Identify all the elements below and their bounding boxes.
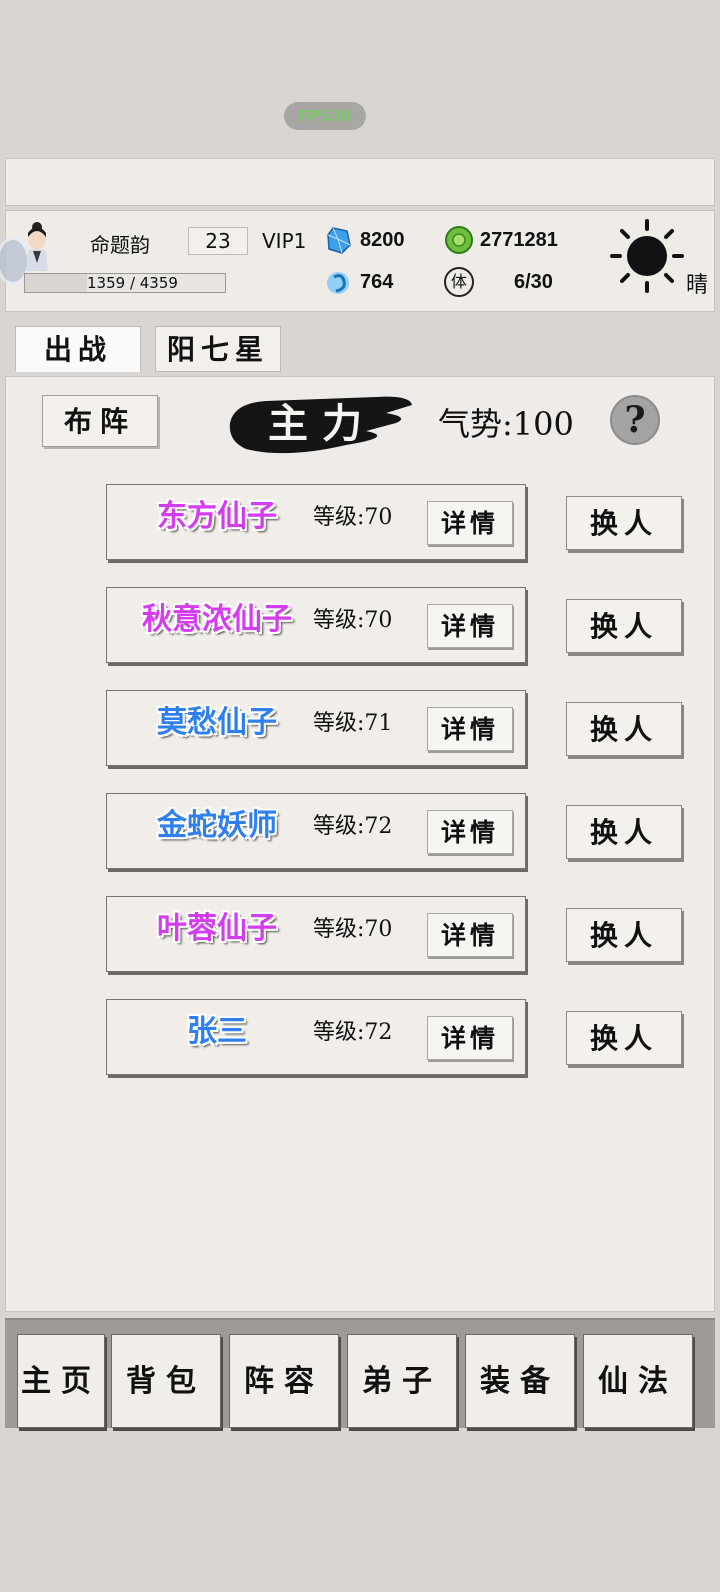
- hero-name: 东方仙子: [157, 499, 277, 534]
- swap-hero-button[interactable]: 换人: [566, 496, 682, 550]
- weather-label: 晴: [686, 273, 709, 298]
- fps-badge: FPS30: [284, 102, 366, 130]
- hero-level: 等级:71: [313, 711, 393, 736]
- hero-name: 金蛇妖师: [157, 808, 277, 843]
- stamina-value: 6/30: [514, 270, 553, 293]
- hero-detail-button[interactable]: 详情: [427, 707, 513, 751]
- exp-bar: 1359 / 4359: [24, 273, 226, 293]
- momentum-label: 气势:100: [438, 405, 574, 443]
- hero-card[interactable]: 东方仙子 等级:70 详情: [106, 484, 526, 560]
- hero-level: 等级:72: [313, 814, 393, 839]
- coins-counter[interactable]: 2771281: [444, 225, 558, 255]
- hero-name: 莫愁仙子: [157, 705, 277, 740]
- hero-detail-button[interactable]: 详情: [427, 913, 513, 957]
- top-strip: [5, 158, 715, 206]
- nav-home[interactable]: 主页: [17, 1334, 105, 1428]
- sun-icon: [610, 219, 684, 293]
- swap-hero-button[interactable]: 换人: [566, 702, 682, 756]
- avatar[interactable]: [20, 219, 54, 271]
- hero-level: 等级:72: [313, 1020, 393, 1045]
- nav-lineup[interactable]: 阵容: [229, 1334, 339, 1428]
- hero-level: 等级:70: [313, 608, 393, 633]
- hero-card[interactable]: 莫愁仙子 等级:71 详情: [106, 690, 526, 766]
- hero-card[interactable]: 秋意浓仙子 等级:70 详情: [106, 587, 526, 663]
- nav-disciples[interactable]: 弟子: [347, 1334, 457, 1428]
- swap-hero-button[interactable]: 换人: [566, 1011, 682, 1065]
- exp-fill: [25, 274, 87, 292]
- hero-name: 秋意浓仙子: [142, 602, 292, 637]
- hero-detail-button[interactable]: 详情: [427, 604, 513, 648]
- bottom-nav: 主页 背包 阵容 弟子 装备 仙法: [5, 1318, 715, 1428]
- exp-text: 1359 / 4359: [87, 274, 178, 292]
- gems-value: 8200: [360, 228, 405, 251]
- hero-level: 等级:70: [313, 505, 393, 530]
- status-panel: 命题韵 23 VIP1 1359 / 4359 8200 2771281 764…: [0, 210, 715, 312]
- player-name: 命题韵: [90, 233, 150, 257]
- nav-bag[interactable]: 背包: [111, 1334, 221, 1428]
- coins-value: 2771281: [480, 228, 558, 251]
- gems-counter[interactable]: 8200: [324, 225, 405, 255]
- swap-hero-button[interactable]: 换人: [566, 805, 682, 859]
- stamina-icon: 体: [444, 267, 474, 297]
- nav-equipment[interactable]: 装备: [465, 1334, 575, 1428]
- tab-seven-stars[interactable]: 阳七星: [155, 326, 281, 372]
- hero-card[interactable]: 金蛇妖师 等级:72 详情: [106, 793, 526, 869]
- hero-name: 叶蓉仙子: [157, 911, 277, 946]
- swap-hero-button[interactable]: 换人: [566, 908, 682, 962]
- hero-detail-button[interactable]: 详情: [427, 501, 513, 545]
- formation-button[interactable]: 布阵: [42, 395, 158, 447]
- nav-spells[interactable]: 仙法: [583, 1334, 693, 1428]
- hero-detail-button[interactable]: 详情: [427, 1016, 513, 1060]
- swap-hero-button[interactable]: 换人: [566, 599, 682, 653]
- jade-coin-icon: [445, 226, 473, 254]
- team-label: 主力: [268, 400, 376, 447]
- hero-card[interactable]: 叶蓉仙子 等级:70 详情: [106, 896, 526, 972]
- tab-battle[interactable]: 出战: [15, 326, 141, 372]
- hero-detail-button[interactable]: 详情: [427, 810, 513, 854]
- gem-icon: [327, 227, 351, 254]
- hero-name: 张三: [187, 1014, 247, 1049]
- spirit-orb-icon: [327, 272, 349, 294]
- spirit-counter[interactable]: 764: [324, 267, 393, 297]
- stamina-counter[interactable]: 体 6/30: [444, 267, 553, 297]
- spirit-value: 764: [360, 270, 394, 293]
- hero-level: 等级:70: [313, 917, 393, 942]
- hero-card[interactable]: 张三 等级:72 详情: [106, 999, 526, 1075]
- vip-badge[interactable]: VIP1: [262, 229, 306, 253]
- player-level: 23: [188, 227, 248, 255]
- help-button[interactable]: ?: [610, 395, 660, 445]
